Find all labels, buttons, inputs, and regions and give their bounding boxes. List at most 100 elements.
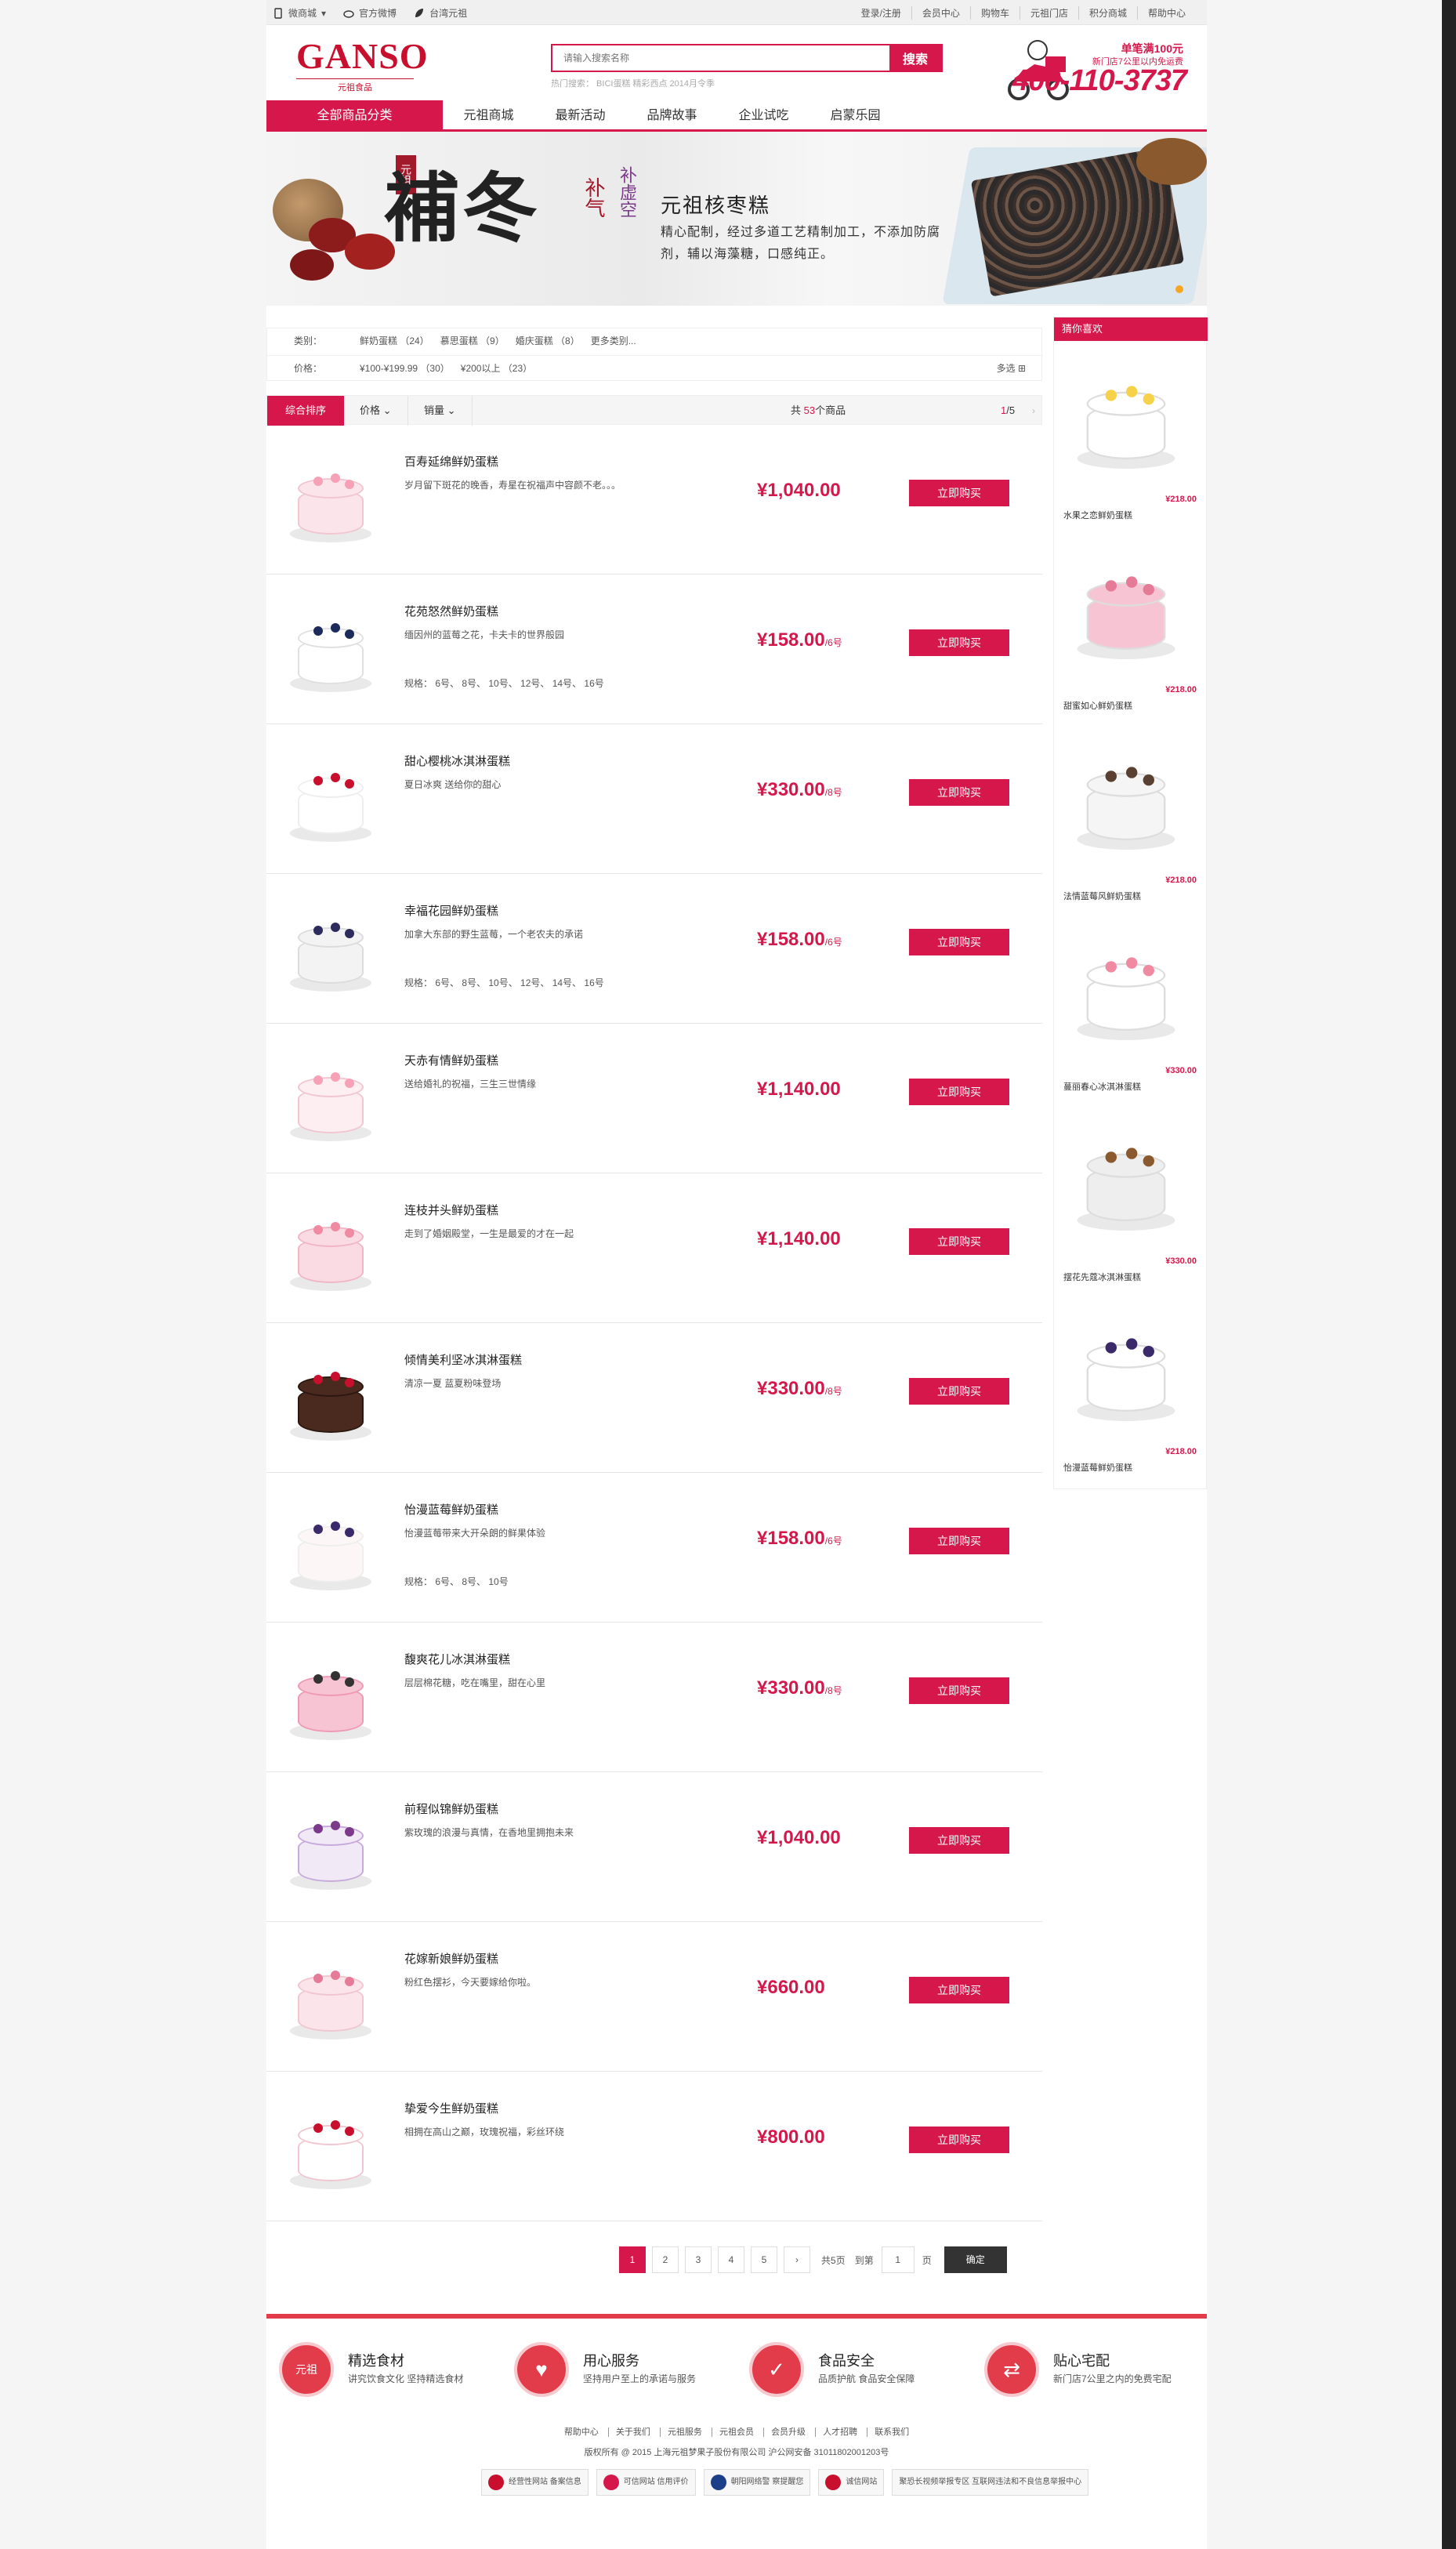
recommend-image[interactable] <box>1065 1303 1198 1436</box>
product-image[interactable] <box>273 1041 387 1155</box>
product-image[interactable] <box>273 442 387 557</box>
recommend-item[interactable]: ¥218.00 法情蓝莓风鲜奶蛋糕 <box>1054 722 1208 912</box>
recommend-name[interactable]: 摆花先蔻冰淇淋蛋糕 <box>1063 1271 1141 1283</box>
recommend-name[interactable]: 水果之恋鲜奶蛋糕 <box>1063 509 1132 521</box>
points-mall-link[interactable]: 积分商城 <box>1078 6 1137 20</box>
buy-now-button[interactable]: 立即购买 <box>909 1977 1009 2003</box>
filter-price-100-199[interactable]: ¥100-¥199.99 （30） <box>360 356 450 381</box>
product-name[interactable]: 连枝并头鲜奶蛋糕 <box>404 1202 498 1218</box>
nav-item-events[interactable]: 最新活动 <box>534 100 626 132</box>
nav-item-tasting[interactable]: 企业试吃 <box>718 100 809 132</box>
taiwan-link[interactable]: 台湾元祖 <box>414 6 467 20</box>
nav-item-kids[interactable]: 启蒙乐园 <box>809 100 901 132</box>
search-input[interactable] <box>552 45 889 71</box>
buy-now-button[interactable]: 立即购买 <box>909 1827 1009 1854</box>
member-center-link[interactable]: 会员中心 <box>911 6 970 20</box>
footer-link-upgrade[interactable]: 会员升级 <box>763 2428 813 2437</box>
page-4-button[interactable]: 4 <box>718 2246 744 2273</box>
page-1-button[interactable]: 1 <box>619 2246 646 2273</box>
footer-link-about[interactable]: 关于我们 <box>607 2428 657 2437</box>
product-name[interactable]: 倾情美利坚冰淇淋蛋糕 <box>404 1351 522 1368</box>
buy-now-button[interactable]: 立即购买 <box>909 1079 1009 1105</box>
product-image[interactable] <box>273 891 387 1006</box>
recommend-name[interactable]: 怡漫蓝莓鲜奶蛋糕 <box>1063 1461 1132 1474</box>
multi-select-toggle[interactable]: 多选 ⊞ <box>997 356 1026 381</box>
footer-link-service[interactable]: 元祖服务 <box>659 2428 709 2437</box>
buy-now-button[interactable]: 立即购买 <box>909 1677 1009 1704</box>
filter-fresh-cream[interactable]: 鲜奶蛋糕 （24） <box>360 328 429 354</box>
product-image[interactable] <box>273 1340 387 1455</box>
sort-price-tab[interactable]: 价格 ⌄ <box>344 396 408 426</box>
recommend-item[interactable]: ¥218.00 甜蜜如心鲜奶蛋糕 <box>1054 531 1208 722</box>
buy-now-button[interactable]: 立即购买 <box>909 1528 1009 1554</box>
product-name[interactable]: 花嫁新娘鲜奶蛋糕 <box>404 1950 498 1967</box>
buy-now-button[interactable]: 立即购买 <box>909 1378 1009 1405</box>
carousel-dot[interactable] <box>1175 285 1183 293</box>
recommend-name[interactable]: 蔓丽春心冰淇淋蛋糕 <box>1063 1080 1141 1093</box>
help-center-link[interactable]: 帮助中心 <box>1136 6 1196 20</box>
product-name[interactable]: 天赤有情鲜奶蛋糕 <box>404 1052 498 1068</box>
promo-banner[interactable]: 元祖 補冬 补气 补虚空 元祖核枣糕 精心配制，经过多道工艺精制加工，不添加防腐… <box>266 132 1207 306</box>
recommend-item[interactable]: ¥330.00 蔓丽春心冰淇淋蛋糕 <box>1054 912 1208 1103</box>
filter-more-categories[interactable]: 更多类别... <box>591 328 636 354</box>
filter-wedding[interactable]: 婚庆蛋糕 （8） <box>516 328 580 354</box>
recommend-item[interactable]: ¥218.00 水果之恋鲜奶蛋糕 <box>1054 341 1208 531</box>
product-image[interactable] <box>273 1789 387 1904</box>
sort-sales-tab[interactable]: 销量 ⌄ <box>408 396 473 426</box>
all-categories-button[interactable]: 全部商品分类 <box>266 100 443 132</box>
product-image[interactable] <box>273 592 387 706</box>
badge-integrity[interactable]: 诚信网站 <box>818 2469 885 2496</box>
badge-police[interactable]: 朝阳网络警 察提醒您 <box>703 2469 811 2496</box>
product-name[interactable]: 前程似锦鲜奶蛋糕 <box>404 1800 498 1817</box>
buy-now-button[interactable]: 立即购买 <box>909 1228 1009 1255</box>
nav-item-brand-story[interactable]: 品牌故事 <box>626 100 718 132</box>
next-page-arrow[interactable]: › <box>1032 396 1035 426</box>
recommend-image[interactable] <box>1065 541 1198 674</box>
filter-mousse[interactable]: 慕思蛋糕 （9） <box>440 328 505 354</box>
goto-confirm-button[interactable]: 确定 <box>944 2246 1007 2273</box>
recommend-image[interactable] <box>1065 350 1198 484</box>
recommend-image[interactable] <box>1065 731 1198 865</box>
product-name[interactable]: 怡漫蓝莓鲜奶蛋糕 <box>404 1501 498 1517</box>
footer-link-careers[interactable]: 人才招聘 <box>815 2428 865 2437</box>
buy-now-button[interactable]: 立即购买 <box>909 929 1009 955</box>
search-button[interactable]: 搜索 <box>889 45 941 71</box>
page-3-button[interactable]: 3 <box>685 2246 712 2273</box>
recommend-name[interactable]: 法情蓝莓风鲜奶蛋糕 <box>1063 890 1141 902</box>
product-image[interactable] <box>273 1640 387 1754</box>
page-2-button[interactable]: 2 <box>652 2246 679 2273</box>
nav-item-mall[interactable]: 元祖商城 <box>443 100 534 132</box>
goto-page-input[interactable]: 1 <box>881 2246 915 2273</box>
product-name[interactable]: 花苑怒然鲜奶蛋糕 <box>404 603 498 619</box>
product-image[interactable] <box>273 1191 387 1305</box>
badge-business[interactable]: 经营性网站 备案信息 <box>481 2469 589 2496</box>
login-link[interactable]: 登录/注册 <box>851 6 911 20</box>
footer-link-member[interactable]: 元祖会员 <box>712 2428 761 2437</box>
recommend-image[interactable] <box>1065 1112 1198 1245</box>
buy-now-button[interactable]: 立即购买 <box>909 629 1009 656</box>
next-page-button[interactable]: › <box>784 2246 810 2273</box>
recommend-name[interactable]: 甜蜜如心鲜奶蛋糕 <box>1063 699 1132 712</box>
cart-link[interactable]: 购物车 <box>969 6 1020 20</box>
filter-price-200-up[interactable]: ¥200以上 （23） <box>461 356 532 381</box>
recommend-image[interactable] <box>1065 922 1198 1055</box>
product-image[interactable] <box>273 1490 387 1604</box>
buy-now-button[interactable]: 立即购买 <box>909 2127 1009 2153</box>
buy-now-button[interactable]: 立即购买 <box>909 779 1009 806</box>
product-name[interactable]: 甜心樱桃冰淇淋蛋糕 <box>404 752 510 769</box>
product-name[interactable]: 幸福花园鲜奶蛋糕 <box>404 902 498 919</box>
sort-default-tab[interactable]: 综合排序 <box>267 396 344 426</box>
recommend-item[interactable]: ¥218.00 怡漫蓝莓鲜奶蛋糕 <box>1054 1293 1208 1484</box>
badge-trusted[interactable]: 可信网站 信用评价 <box>596 2469 696 2496</box>
product-image[interactable] <box>273 741 387 856</box>
buy-now-button[interactable]: 立即购买 <box>909 480 1009 506</box>
mobile-shop-link[interactable]: 微商城 ▾ <box>273 6 326 20</box>
footer-link-help[interactable]: 帮助中心 <box>557 2428 606 2437</box>
recommend-item[interactable]: ¥330.00 摆花先蔻冰淇淋蛋糕 <box>1054 1103 1208 1293</box>
product-name[interactable]: 百寿延绵鲜奶蛋糕 <box>404 453 498 470</box>
weibo-link[interactable]: 官方微博 <box>343 6 397 20</box>
product-name[interactable]: 馥爽花儿冰淇淋蛋糕 <box>404 1651 510 1667</box>
product-image[interactable] <box>273 1939 387 2054</box>
page-5-button[interactable]: 5 <box>751 2246 777 2273</box>
footer-link-contact[interactable]: 联系我们 <box>867 2428 917 2437</box>
